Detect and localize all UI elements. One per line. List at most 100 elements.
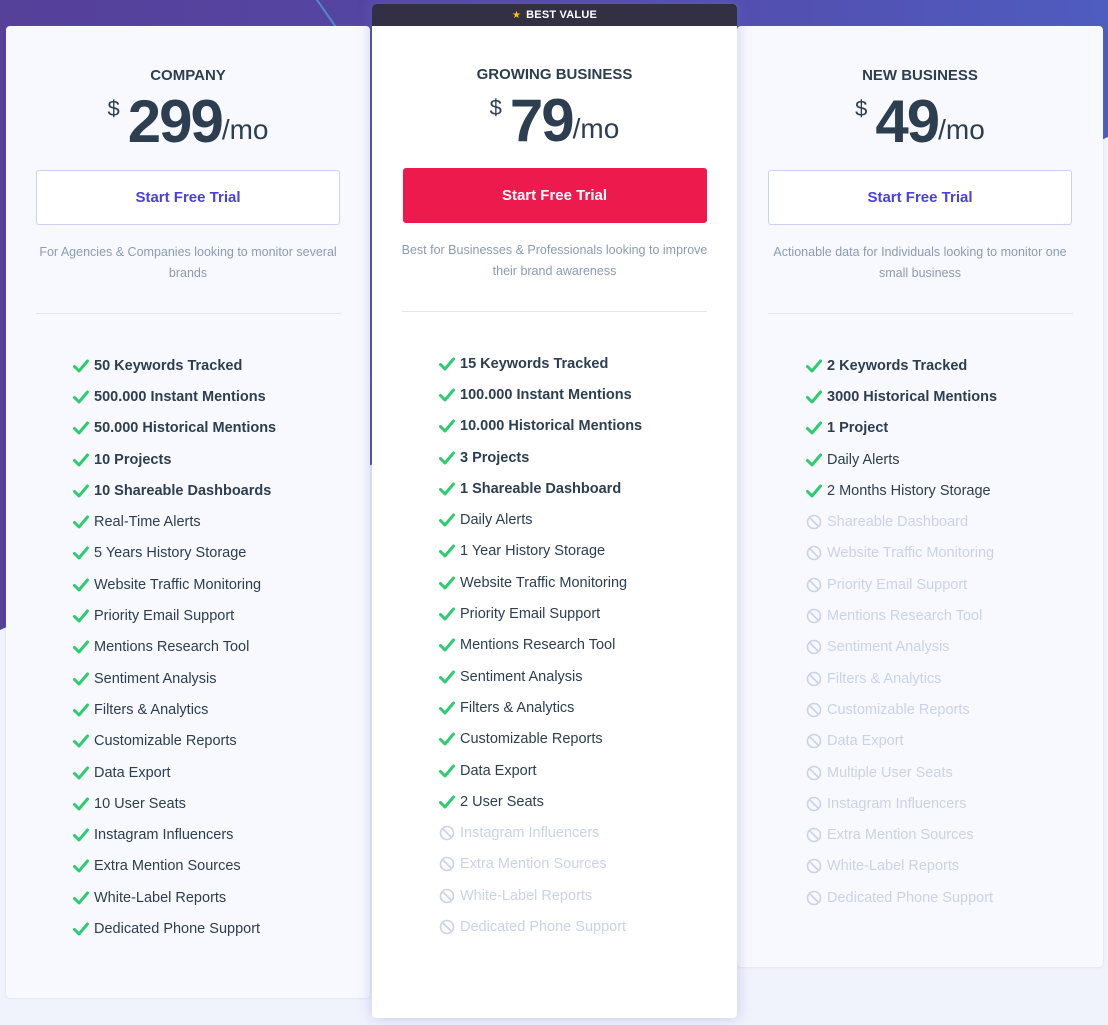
- price-currency: $: [107, 96, 120, 121]
- feature-item: Extra Mention Sources: [439, 849, 737, 880]
- check-icon: [806, 389, 822, 405]
- check-icon: [439, 637, 455, 653]
- check-icon: [73, 702, 89, 718]
- price-period: /mo: [938, 114, 985, 145]
- feature-label: Customizable Reports: [460, 731, 603, 748]
- feature-item: Customizable Reports: [439, 724, 737, 755]
- feature-label: Extra Mention Sources: [94, 858, 241, 875]
- feature-label: Instagram Influencers: [460, 825, 600, 842]
- check-icon: [439, 418, 455, 434]
- not-included-icon: [806, 796, 822, 812]
- plan-description: For Agencies & Companies looking to moni…: [39, 245, 337, 280]
- not-included-icon: [806, 827, 822, 843]
- feature-item: 50 Keywords Tracked: [73, 350, 370, 381]
- feature-item: Priority Email Support: [73, 600, 370, 631]
- feature-label: Dedicated Phone Support: [460, 918, 627, 935]
- check-icon: [806, 483, 822, 499]
- feature-item: White-Label Reports: [806, 851, 1103, 882]
- feature-item: White-Label Reports: [73, 882, 370, 913]
- feature-item: Filters & Analytics: [806, 663, 1103, 694]
- check-icon: [806, 452, 822, 468]
- feature-label: Daily Alerts: [827, 451, 900, 468]
- feature-item: Shareable Dashboard: [806, 506, 1103, 537]
- feature-label: Data Export: [94, 764, 171, 781]
- not-included-icon: [439, 919, 455, 935]
- feature-item: Sentiment Analysis: [439, 661, 737, 692]
- feature-label: Priority Email Support: [94, 608, 235, 625]
- feature-item: 2 Months History Storage: [806, 475, 1103, 506]
- not-included-icon: [806, 671, 822, 687]
- feature-label: Dedicated Phone Support: [827, 889, 994, 906]
- plan-card-company: COMPANY $ 299 /mo Start Free Trial For A…: [6, 26, 370, 998]
- check-icon: [439, 731, 455, 747]
- check-icon: [439, 763, 455, 779]
- check-icon: [439, 575, 455, 591]
- feature-label: 3000 Historical Mentions: [827, 388, 998, 405]
- feature-item: Daily Alerts: [806, 444, 1103, 475]
- feature-item: 500.000 Instant Mentions: [73, 381, 370, 412]
- start-free-trial-button[interactable]: Start Free Trial: [402, 168, 707, 223]
- feature-label: 100.000 Instant Mentions: [460, 386, 632, 403]
- divider: [767, 313, 1073, 314]
- feature-label: Filters & Analytics: [94, 701, 209, 718]
- feature-label: Filters & Analytics: [827, 670, 942, 687]
- feature-label: Dedicated Phone Support: [94, 920, 261, 937]
- feature-label: White-Label Reports: [827, 858, 960, 875]
- feature-item: Data Export: [439, 755, 737, 786]
- divider: [35, 313, 341, 314]
- feature-label: Mentions Research Tool: [94, 639, 250, 656]
- check-icon: [73, 420, 89, 436]
- feature-item: 5 Years History Storage: [73, 538, 370, 569]
- feature-item: Website Traffic Monitoring: [73, 569, 370, 600]
- feature-item: Dedicated Phone Support: [806, 882, 1103, 913]
- feature-item: 2 User Seats: [439, 786, 737, 817]
- feature-item: Daily Alerts: [439, 504, 737, 535]
- plan-card-growing-business: ★ BEST VALUE GROWING BUSINESS $ 79 /mo S…: [372, 4, 737, 1018]
- star-icon: ★: [511, 9, 522, 21]
- feature-list: 15 Keywords Tracked 100.000 Instant Menti…: [372, 348, 737, 943]
- feature-label: Sentiment Analysis: [827, 639, 950, 656]
- check-icon: [73, 639, 89, 655]
- check-icon: [439, 512, 455, 528]
- plan-name: NEW BUSINESS: [862, 67, 978, 84]
- check-icon: [439, 387, 455, 403]
- feature-label: Filters & Analytics: [460, 699, 575, 716]
- feature-item: 3000 Historical Mentions: [806, 381, 1103, 412]
- price-amount: 49: [875, 88, 940, 155]
- feature-label: Sentiment Analysis: [94, 670, 217, 687]
- start-free-trial-button[interactable]: Start Free Trial: [768, 170, 1072, 225]
- feature-list: 50 Keywords Tracked 500.000 Instant Menti…: [6, 350, 370, 945]
- not-included-icon: [806, 545, 822, 561]
- feature-label: Mentions Research Tool: [460, 637, 616, 654]
- feature-item: Data Export: [73, 757, 370, 788]
- price-period: /mo: [221, 114, 269, 145]
- feature-label: Shareable Dashboard: [827, 514, 969, 531]
- check-icon: [73, 890, 89, 906]
- not-included-icon: [806, 514, 822, 530]
- plan-price: $ 79 /mo: [372, 91, 737, 151]
- feature-item: Dedicated Phone Support: [73, 913, 370, 944]
- feature-item: Filters & Analytics: [439, 692, 737, 723]
- not-included-icon: [806, 702, 822, 718]
- feature-item: Customizable Reports: [806, 694, 1103, 725]
- check-icon: [439, 356, 455, 372]
- check-icon: [73, 765, 89, 781]
- feature-item: Customizable Reports: [73, 726, 370, 757]
- feature-label: 10.000 Historical Mentions: [460, 418, 643, 435]
- feature-label: White-Label Reports: [460, 887, 593, 904]
- not-included-icon: [806, 639, 822, 655]
- start-free-trial-button[interactable]: Start Free Trial: [36, 170, 340, 225]
- check-icon: [73, 545, 89, 561]
- feature-item: Sentiment Analysis: [73, 663, 370, 694]
- feature-item: Dedicated Phone Support: [439, 911, 737, 942]
- feature-item: Sentiment Analysis: [806, 632, 1103, 663]
- feature-label: Data Export: [827, 733, 904, 750]
- feature-item: Mentions Research Tool: [806, 600, 1103, 631]
- check-icon: [73, 358, 89, 374]
- check-icon: [73, 514, 89, 530]
- feature-item: White-Label Reports: [439, 880, 737, 911]
- check-icon: [439, 481, 455, 497]
- check-icon: [73, 671, 89, 687]
- feature-item: Priority Email Support: [806, 569, 1103, 600]
- feature-label: 1 Shareable Dashboard: [460, 480, 622, 497]
